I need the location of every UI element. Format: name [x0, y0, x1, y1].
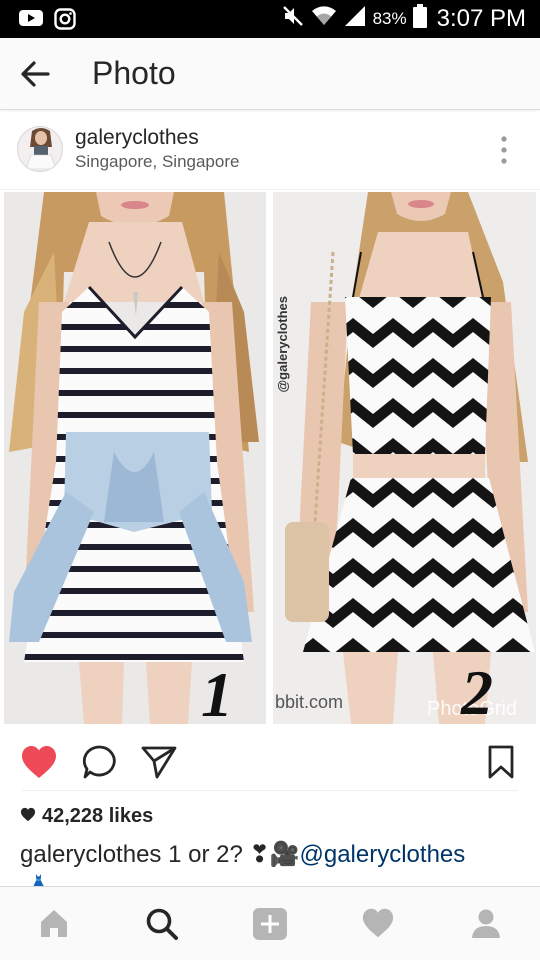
signal-icon	[343, 4, 367, 34]
photo-panel-2: @galeryclothes bbit.com PhotoGrid 2	[273, 192, 536, 724]
post-location[interactable]: Singapore, Singapore	[75, 152, 239, 172]
app-bar: Photo	[0, 38, 540, 110]
battery-icon	[412, 4, 427, 34]
bookmark-icon[interactable]	[486, 744, 516, 785]
caption-mention[interactable]: @galeryclothes	[299, 841, 465, 868]
status-bar: 83% 3:07 PM	[0, 0, 540, 38]
post-photo[interactable]: 1 @galeryclothes bbit.com PhotoGrid 2	[0, 190, 540, 730]
divider	[22, 790, 518, 791]
profile-icon[interactable]	[470, 907, 502, 944]
home-icon[interactable]	[38, 907, 70, 944]
likes-count[interactable]: 42,228 likes	[20, 805, 153, 828]
caption: galeryclothes 1 or 2? ❣🎥@galeryclothes	[20, 840, 465, 869]
send-icon[interactable]	[140, 744, 178, 785]
likes-text: 42,228 likes	[42, 805, 154, 827]
arrow-left-icon[interactable]	[18, 58, 52, 90]
watermark-vertical: @galeryclothes	[275, 296, 290, 393]
search-icon[interactable]	[145, 907, 179, 946]
add-icon[interactable]	[252, 907, 288, 946]
watermark-left: bbit.com	[275, 692, 344, 712]
instagram-icon	[54, 8, 76, 35]
panel-number-2: 2	[461, 657, 493, 724]
post-actions	[0, 738, 540, 790]
bottom-nav	[0, 886, 540, 960]
panel-number-1: 1	[201, 659, 233, 724]
avatar[interactable]	[17, 126, 63, 172]
more-options-icon[interactable]	[494, 134, 514, 168]
heart-filled-icon[interactable]	[20, 744, 58, 787]
clock: 3:07 PM	[436, 5, 526, 32]
page-title: Photo	[92, 55, 176, 91]
wifi-icon	[311, 4, 337, 34]
heart-icon[interactable]	[361, 907, 395, 944]
heart-small-icon	[20, 805, 36, 828]
post-username[interactable]: galeryclothes	[75, 126, 199, 150]
caption-username[interactable]: galeryclothes	[20, 841, 161, 868]
post-header: galeryclothes Singapore, Singapore	[0, 112, 540, 190]
mute-icon	[281, 4, 305, 34]
battery-percent: 83%	[372, 9, 407, 28]
photo-panel-1: 1	[4, 192, 266, 724]
youtube-icon	[18, 8, 44, 35]
comment-icon[interactable]	[82, 744, 118, 785]
caption-text: 1 or 2? ❣🎥	[168, 841, 300, 868]
